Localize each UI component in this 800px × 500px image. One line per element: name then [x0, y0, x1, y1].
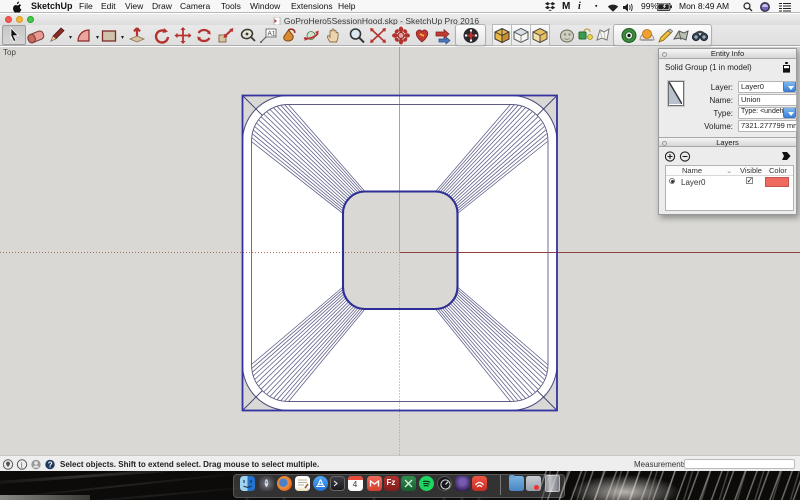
- svg-text:A1: A1: [268, 31, 276, 38]
- svg-text:?: ?: [48, 461, 53, 470]
- svg-text:i: i: [21, 460, 24, 469]
